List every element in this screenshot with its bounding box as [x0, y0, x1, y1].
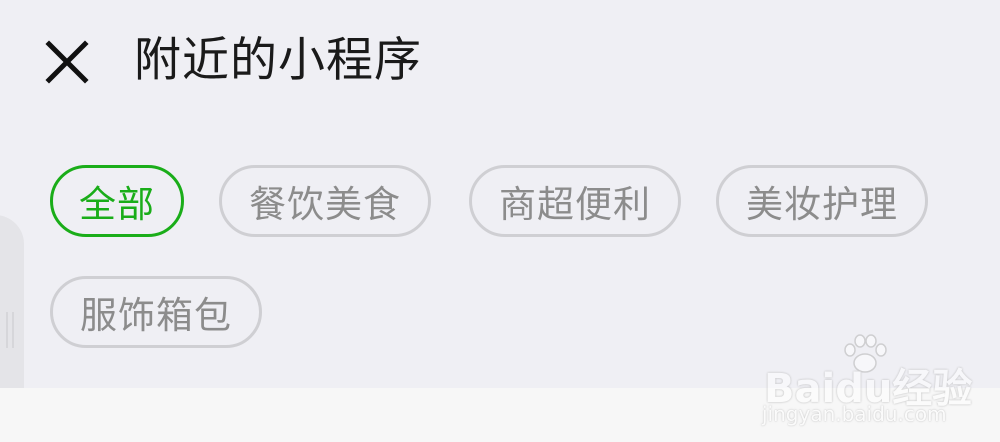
close-icon: [45, 40, 89, 84]
watermark-site: jingyan.baidu.com: [762, 402, 947, 426]
category-chip-beauty[interactable]: 美妆护理: [716, 165, 928, 237]
page-title: 附近的小程序: [134, 33, 422, 88]
category-chip-apparel[interactable]: 服饰箱包: [50, 276, 262, 348]
category-chip-convenience[interactable]: 商超便利: [469, 165, 681, 237]
header-bar: 附近的小程序: [0, 0, 1000, 125]
close-button[interactable]: [42, 37, 92, 87]
grip-icon: [6, 312, 14, 348]
watermark: Baidu经验 jingyan.baidu.com: [760, 332, 972, 432]
category-chip-all[interactable]: 全部: [50, 165, 184, 237]
category-chip-food[interactable]: 餐饮美食: [219, 165, 431, 237]
